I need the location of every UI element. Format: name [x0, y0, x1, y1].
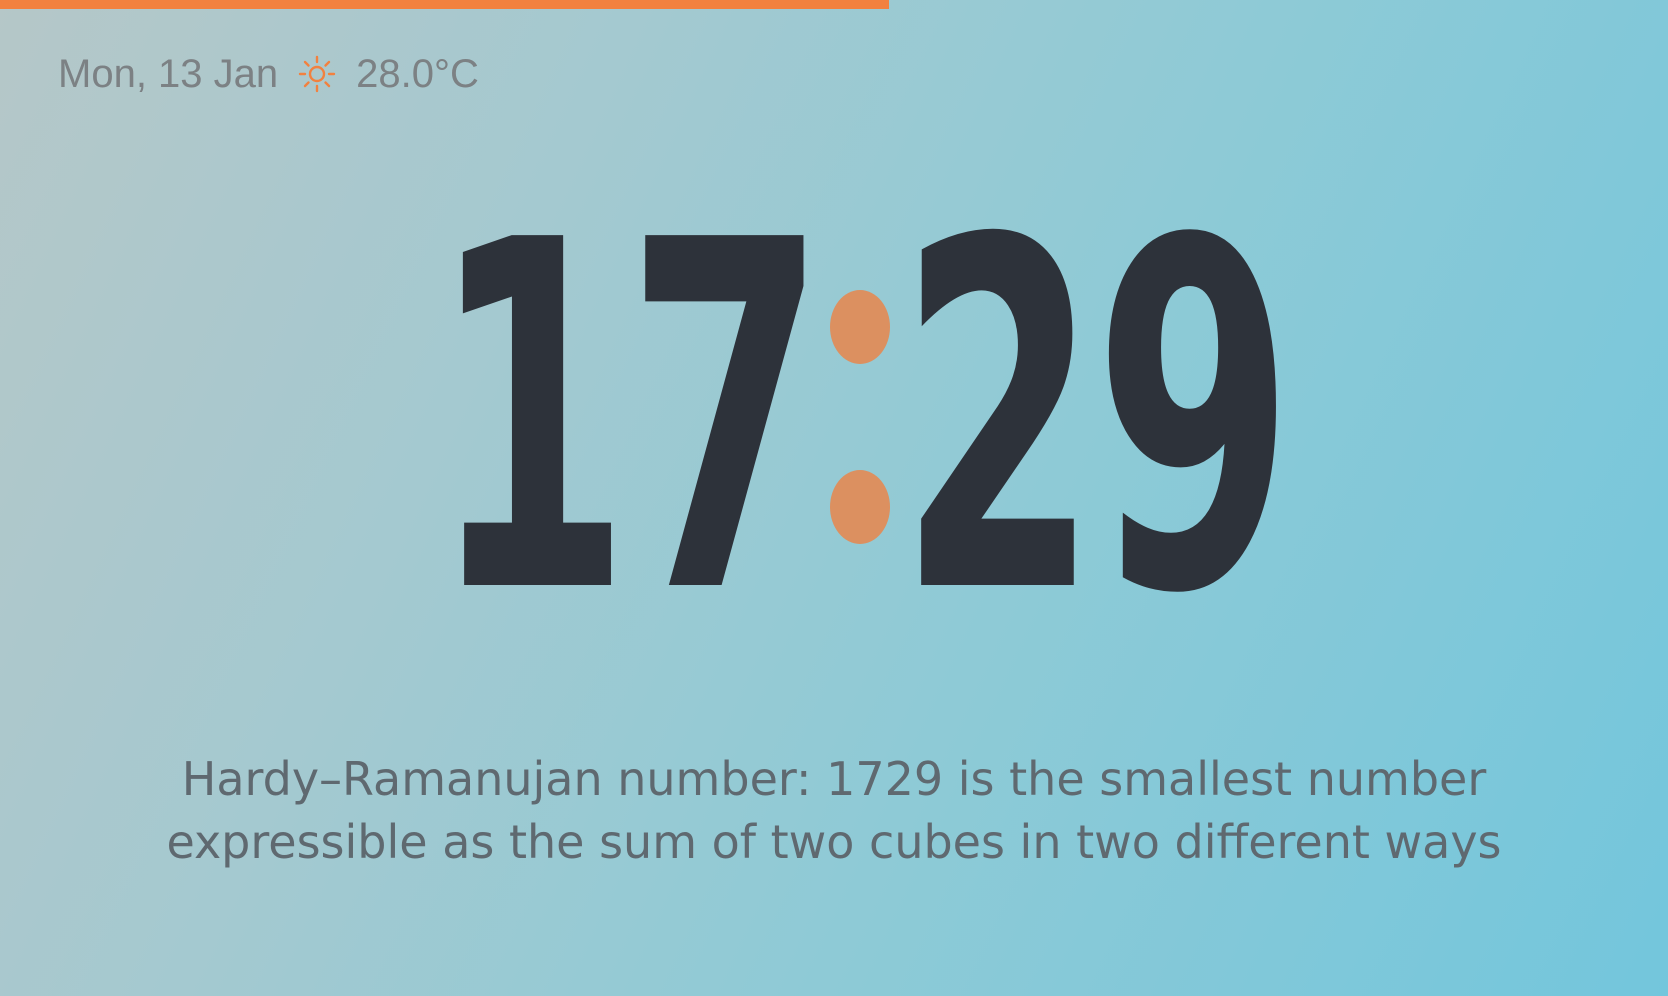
colon-dot-top — [830, 290, 890, 364]
fact-line-2: expressible as the sum of two cubes in t… — [166, 815, 1502, 869]
fact-text: Hardy–Ramanujan number: 1729 is the smal… — [100, 748, 1568, 874]
progress-bar — [0, 0, 1668, 9]
sun-icon — [298, 55, 336, 93]
clock-display: 17 29 — [350, 180, 1370, 660]
status-bar: Mon, 13 Jan 28.0°C — [58, 46, 479, 102]
clock-hours: 17 — [430, 140, 826, 699]
temperature-label: 28.0°C — [356, 51, 479, 96]
colon-dot-bottom — [830, 470, 890, 544]
clock-colon — [830, 290, 890, 550]
fact-line-1: Hardy–Ramanujan number: 1729 is the smal… — [181, 752, 1487, 806]
progress-bar-fill — [0, 0, 890, 9]
clock-minutes: 29 — [898, 140, 1294, 699]
date-label: Mon, 13 Jan — [58, 51, 279, 96]
